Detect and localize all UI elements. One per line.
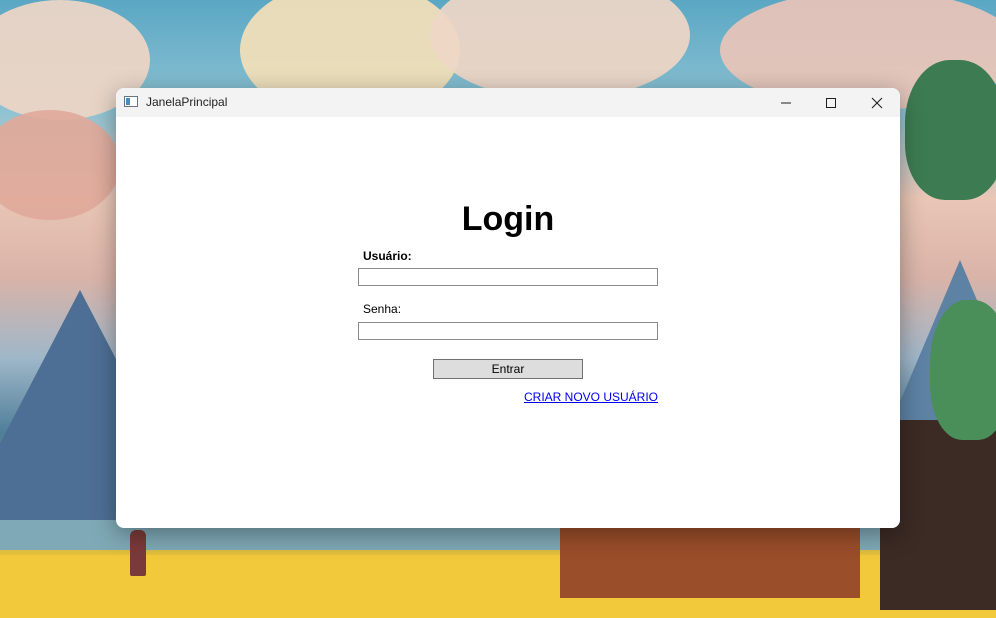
close-icon [871, 97, 883, 108]
wallpaper-tree [930, 300, 996, 440]
window-title: JanelaPrincipal [146, 95, 228, 109]
login-heading: Login [461, 200, 555, 238]
minimize-icon [781, 102, 791, 103]
password-label: Senha: [363, 302, 402, 316]
wallpaper-cloud [430, 0, 690, 100]
username-label: Usuário: [363, 249, 412, 263]
wallpaper-figure [130, 530, 146, 576]
wallpaper-cloud [0, 110, 120, 220]
desktop-wallpaper: JanelaPrincipal Login Usuário: Senha: En… [0, 0, 996, 618]
title-bar[interactable]: JanelaPrincipal [116, 88, 900, 117]
maximize-button[interactable] [808, 88, 854, 117]
maximize-icon [826, 97, 836, 108]
close-button[interactable] [854, 88, 900, 117]
login-button[interactable]: Entrar [433, 359, 583, 379]
wallpaper-tree [905, 60, 996, 200]
login-form: Login Usuário: Senha: Entrar CRIAR NOVO … [116, 117, 900, 528]
app-icon [124, 96, 138, 107]
create-user-link[interactable]: CRIAR NOVO USUÁRIO [524, 390, 658, 404]
minimize-button[interactable] [763, 88, 809, 117]
password-input[interactable] [358, 322, 658, 340]
main-window: JanelaPrincipal Login Usuário: Senha: En… [116, 88, 900, 528]
username-input[interactable] [358, 268, 658, 286]
wallpaper-cabin [560, 528, 860, 598]
